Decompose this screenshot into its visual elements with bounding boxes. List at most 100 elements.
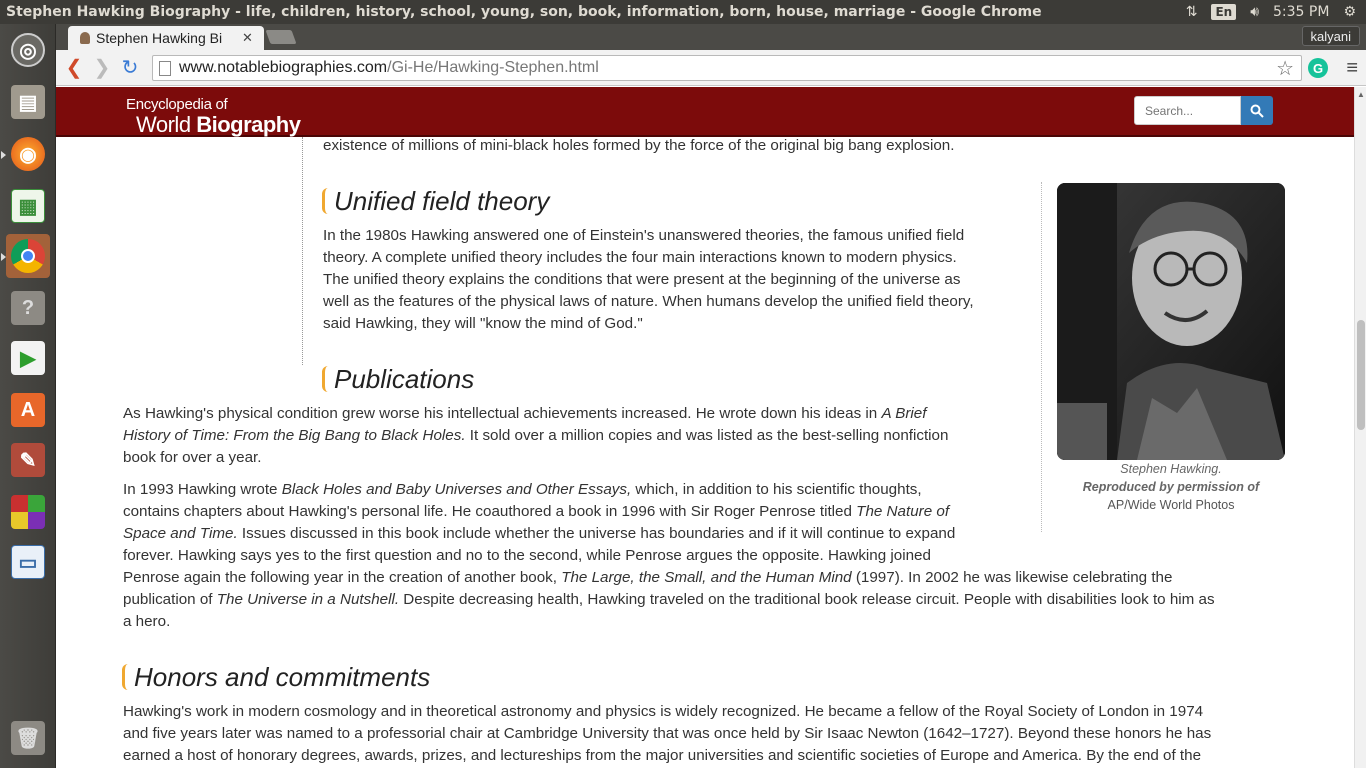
heading-bracket-icon	[122, 664, 128, 690]
text-line: book for over a year.	[123, 449, 262, 466]
text-span: Penrose again the following year in the …	[123, 569, 562, 586]
launcher-software-center[interactable]: A	[6, 388, 50, 432]
text-span: (1997). In 2002 he was likewise celebrat…	[851, 569, 1173, 586]
launcher-calc[interactable]: ▦	[6, 184, 50, 228]
forward-arrow-icon[interactable]: ❯	[88, 54, 116, 82]
heading-bracket-icon	[322, 188, 328, 214]
caption-line-3: AP/Wide World Photos	[1107, 498, 1235, 512]
volume-icon[interactable]: 🔊︎	[1250, 4, 1259, 20]
keyboard-layout-indicator[interactable]: En	[1211, 4, 1237, 20]
text-line: The unified theory explains the conditio…	[323, 271, 961, 288]
scroll-up-arrow-icon[interactable]: ▲	[1357, 90, 1365, 99]
url-host: www.notablebiographies.com	[179, 59, 388, 76]
text-line: theory. A complete unified theory includ…	[323, 249, 957, 266]
book-title: The Large, the Small, and the Human Mind	[561, 569, 852, 586]
heading-bracket-icon	[322, 366, 328, 392]
caption-line-1: Stephen Hawking.	[1120, 462, 1222, 476]
tab-close-icon[interactable]: ✕	[242, 30, 258, 46]
launcher-impress[interactable]: ▭	[6, 540, 50, 584]
network-icon[interactable]: ⇅	[1186, 4, 1198, 20]
favicon-icon	[80, 32, 90, 44]
launcher-settings[interactable]: ✎	[6, 438, 50, 482]
logo-bottom-text[interactable]: World Biography	[136, 112, 301, 138]
launcher-media[interactable]: ▶	[6, 336, 50, 380]
bookmark-star-icon[interactable]: ☆	[1276, 56, 1294, 81]
text-span: which, in addition to his scientific tho…	[631, 481, 922, 498]
text-span: Issues discussed in this book include wh…	[237, 525, 956, 542]
text-line: said Hawking, they will "know the mind o…	[323, 315, 643, 332]
chrome-icon	[11, 239, 45, 273]
clock[interactable]: 5:35 PM	[1273, 4, 1329, 20]
logo-top-text[interactable]: Encyclopedia of	[126, 96, 228, 113]
logo-word-world: World	[136, 112, 191, 137]
text-line: earned a host of honorary degrees, award…	[123, 747, 1202, 764]
address-bar[interactable]: www.notablebiographies.com/Gi-He/Hawking…	[152, 55, 1302, 81]
launcher-dash[interactable]: ◎	[6, 28, 50, 72]
site-header: Encyclopedia of World Biography	[56, 87, 1354, 137]
book-title: History of Time: From the Big Bang to Bl…	[123, 427, 466, 444]
portrait-image	[1057, 183, 1285, 460]
text-line: and five years later was named to a prof…	[123, 725, 1212, 742]
search-button[interactable]	[1241, 96, 1273, 125]
launcher-trash[interactable]: 🗑︎	[6, 716, 50, 760]
paragraph-intro-tail: existence of millions of mini-black hole…	[323, 137, 955, 154]
text-span: Despite decreasing health, Hawking trave…	[399, 591, 1215, 608]
grammarly-extension-icon[interactable]: G	[1308, 58, 1328, 78]
wrench-icon: ✎	[11, 443, 45, 477]
reload-icon[interactable]: ↻	[116, 54, 144, 82]
settings-gear-icon[interactable]: ⚙	[1343, 4, 1356, 20]
divider-left	[302, 137, 303, 365]
spreadsheet-icon: ▦	[11, 189, 45, 223]
text-span: It sold over a million copies and was li…	[465, 427, 949, 444]
paragraph-unified: In the 1980s Hawking answered one of Ein…	[323, 225, 974, 335]
text-line: In the 1980s Hawking answered one of Ein…	[323, 227, 965, 244]
heading-text: Publications	[334, 364, 475, 394]
page-scrollbar[interactable]: ▲	[1354, 87, 1366, 768]
section-heading-unified: Unified field theory	[322, 186, 549, 216]
top-panel: Stephen Hawking Biography - life, childr…	[0, 0, 1366, 24]
tab-strip: Stephen Hawking Bi ✕ kalyani	[56, 24, 1366, 50]
text-line: Hawking's work in modern cosmology and i…	[123, 703, 1204, 720]
text-span: contains chapters about Hawking's person…	[123, 503, 857, 520]
section-heading-publications: Publications	[322, 364, 474, 394]
launcher-firefox[interactable]: ◉	[6, 132, 50, 176]
indicators: ⇅ En 🔊︎ 5:35 PM ⚙	[1186, 4, 1366, 20]
launcher-workspaces[interactable]	[6, 490, 50, 534]
launcher-files[interactable]: ▤	[6, 80, 50, 124]
book-title: A Brief	[881, 405, 927, 422]
launcher-chrome[interactable]	[6, 234, 50, 278]
heading-text: Honors and commitments	[134, 662, 431, 692]
article-content: existence of millions of mini-black hole…	[56, 137, 1354, 768]
new-tab-button[interactable]	[265, 30, 297, 44]
text-line: forever. Hawking says yes to the first q…	[123, 547, 931, 564]
trash-icon: 🗑︎	[11, 721, 45, 755]
text-span: In 1993 Hawking wrote	[123, 481, 282, 498]
window-title: Stephen Hawking Biography - life, childr…	[6, 4, 1042, 20]
search-icon	[1250, 104, 1264, 118]
book-title: The Universe in a Nutshell.	[216, 591, 400, 608]
scroll-thumb[interactable]	[1357, 320, 1365, 430]
photo-caption: Stephen Hawking. Reproduced by permissio…	[1046, 460, 1296, 514]
section-heading-honors: Honors and commitments	[122, 662, 430, 692]
workspace-switcher-icon	[11, 495, 45, 529]
profile-button[interactable]: kalyani	[1301, 26, 1360, 46]
text-span: publication of	[123, 591, 217, 608]
play-media-icon: ▶	[11, 341, 45, 375]
browser-toolbar: ❮ ❯ ↻ www.notablebiographies.com/Gi-He/H…	[56, 50, 1366, 86]
portrait-photo	[1057, 183, 1285, 460]
back-arrow-icon[interactable]: ❮	[60, 54, 88, 82]
presentation-icon: ▭	[11, 545, 45, 579]
page-icon	[159, 60, 171, 76]
browser-tab[interactable]: Stephen Hawking Bi ✕	[68, 26, 264, 50]
launcher-help[interactable]: ?	[6, 286, 50, 330]
search-input[interactable]	[1134, 96, 1241, 125]
tab-label: Stephen Hawking Bi	[96, 30, 223, 46]
paragraph-honors: Hawking's work in modern cosmology and i…	[123, 701, 1211, 767]
book-title: Space and Time.	[123, 525, 238, 542]
hamburger-menu-icon[interactable]: ≡	[1346, 57, 1358, 80]
paragraph-publications-1: As Hawking's physical condition grew wor…	[123, 403, 948, 469]
text-span: As Hawking's physical condition grew wor…	[123, 405, 882, 422]
logo-word-biography: Biography	[196, 112, 301, 137]
file-cabinet-icon: ▤	[11, 85, 45, 119]
unity-launcher: ◎ ▤ ◉ ▦ ? ▶ A ✎ ▭ 🗑︎	[0, 24, 56, 768]
